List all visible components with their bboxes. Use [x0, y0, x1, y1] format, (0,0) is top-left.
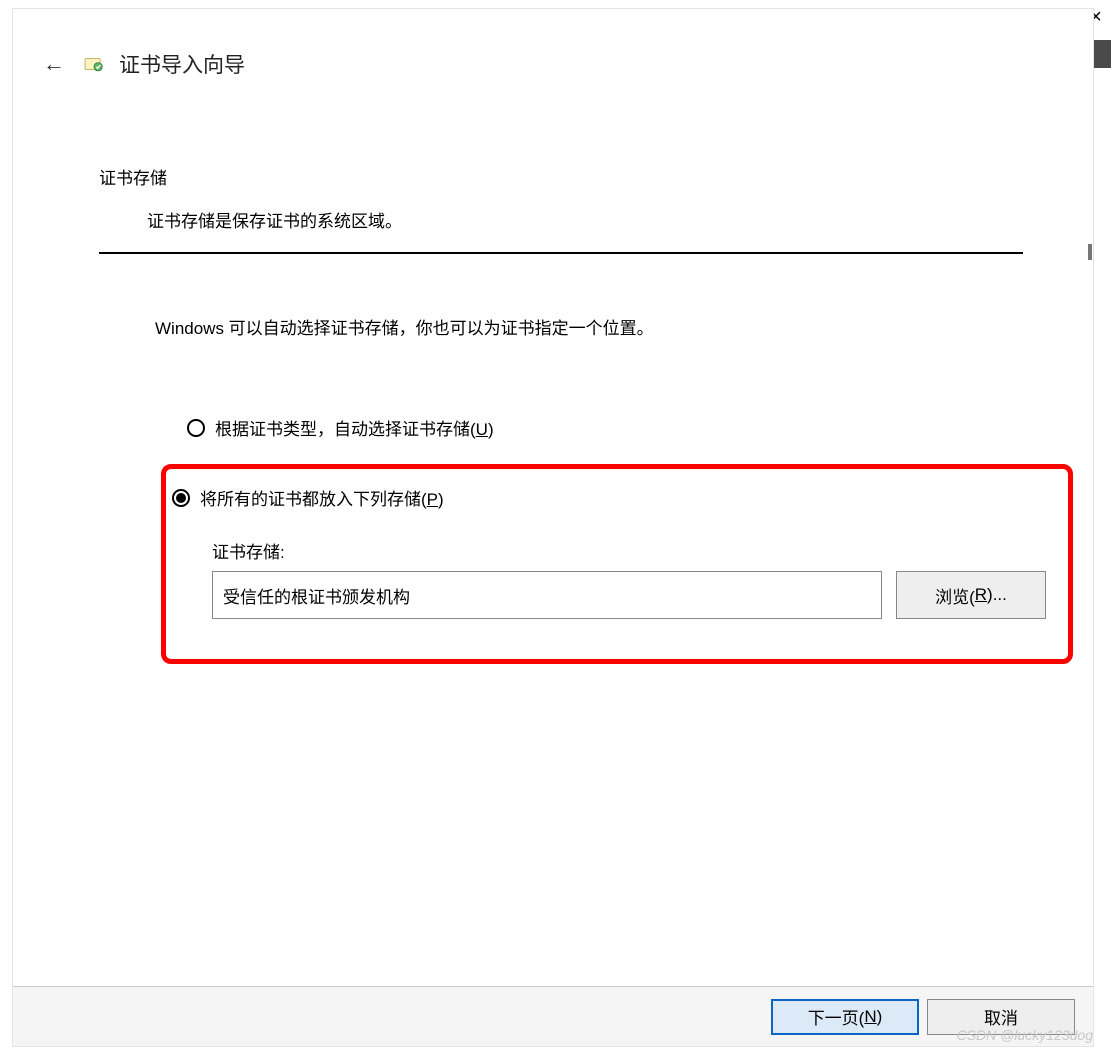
certificate-store-input[interactable]: 受信任的根证书颁发机构 [212, 571, 882, 619]
radio-auto-select-store[interactable]: 根据证书类型，自动选择证书存储(U) [187, 409, 1023, 446]
section-title: 证书存储 [99, 164, 1023, 189]
radio-auto-label: 根据证书类型，自动选择证书存储(U) [215, 415, 494, 440]
wizard-header: ← 证书导入向导 [13, 9, 1093, 79]
radio-place-all-in-store[interactable]: 将所有的证书都放入下列存储(P) [172, 479, 1046, 516]
back-arrow-icon[interactable]: ← [39, 51, 69, 77]
wizard-footer: 下一页(N) 取消 [13, 986, 1093, 1046]
certificate-store-row: 受信任的根证书颁发机构 浏览(R)... [212, 571, 1046, 619]
radio-icon [187, 419, 205, 437]
store-radio-group: 根据证书类型，自动选择证书存储(U) 将所有的证书都放入下列存储(P) 证书存储… [187, 409, 1023, 664]
decorative-smudge [1088, 244, 1092, 260]
instruction-text: Windows 可以自动选择证书存储，你也可以为证书指定一个位置。 [155, 314, 1023, 339]
wizard-content: 证书存储 证书存储是保存证书的系统区域。 Windows 可以自动选择证书存储，… [13, 79, 1093, 664]
certificate-store-value: 受信任的根证书颁发机构 [223, 583, 410, 608]
certificate-store-subsection: 证书存储: 受信任的根证书颁发机构 浏览(R)... [212, 538, 1046, 619]
browse-button[interactable]: 浏览(R)... [896, 571, 1046, 619]
certificate-import-wizard-dialog: ← 证书导入向导 证书存储 证书存储是保存证书的系统区域。 Windows 可以… [12, 8, 1094, 1047]
decorative-strip [1093, 40, 1111, 68]
section-subtitle: 证书存储是保存证书的系统区域。 [147, 207, 1023, 232]
divider [99, 252, 1023, 254]
cancel-button[interactable]: 取消 [927, 999, 1075, 1035]
highlighted-selection-box: 将所有的证书都放入下列存储(P) 证书存储: 受信任的根证书颁发机构 浏览(R)… [161, 464, 1073, 664]
radio-manual-label: 将所有的证书都放入下列存储(P) [200, 485, 444, 510]
next-button[interactable]: 下一页(N) [771, 999, 919, 1035]
certificate-icon [83, 53, 105, 75]
certificate-store-label: 证书存储: [212, 538, 1046, 563]
wizard-title: 证书导入向导 [119, 49, 245, 79]
radio-icon [172, 489, 190, 507]
